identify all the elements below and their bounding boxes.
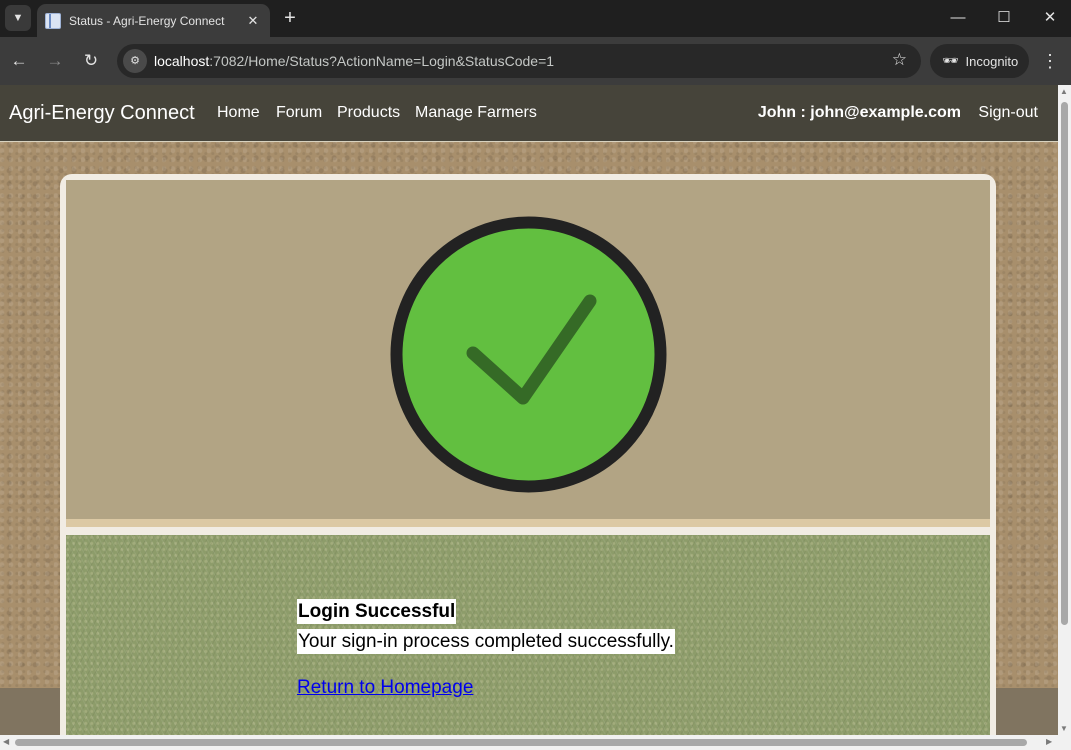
page-viewport: Agri-Energy Connect Home Forum Products … (0, 85, 1058, 735)
reload-icon[interactable]: ↻ (79, 49, 103, 73)
minimize-button[interactable]: — (943, 6, 973, 30)
tab-search-button[interactable]: ▼ (5, 5, 31, 31)
back-arrow-icon[interactable]: ← (7, 49, 31, 73)
close-icon[interactable]: ✕ (242, 13, 264, 29)
url-host: localhost (154, 53, 210, 69)
status-card: Login Successful Your sign-in process co… (60, 174, 996, 735)
bookmark-star-icon[interactable]: ☆ (892, 50, 907, 70)
browser-tab[interactable]: Status - Agri-Energy Connect ✕ (37, 4, 270, 37)
scroll-up-arrow-icon[interactable]: ▲ (1060, 87, 1068, 96)
window-close-button[interactable]: ✕ (1035, 6, 1065, 30)
nav-link-home[interactable]: Home (217, 104, 260, 122)
url-path: :7082/Home/Status?ActionName=Login&Statu… (209, 53, 555, 69)
nav-link-manage-farmers[interactable]: Manage Farmers (415, 104, 537, 122)
incognito-badge[interactable]: 🕶 Incognito (930, 44, 1029, 78)
vertical-scroll-thumb[interactable] (1061, 102, 1068, 625)
status-title: Login Successful (297, 599, 457, 624)
nav-link-products[interactable]: Products (337, 104, 400, 122)
site-info-icon[interactable]: ⚙ (123, 49, 147, 73)
scroll-left-arrow-icon[interactable]: ◀ (3, 737, 9, 746)
nav-link-forum[interactable]: Forum (276, 104, 322, 122)
browser-menu-icon[interactable]: ⋮ (1040, 49, 1060, 73)
site-navbar: Agri-Energy Connect Home Forum Products … (0, 85, 1058, 142)
url-text[interactable]: localhost:7082/Home/Status?ActionName=Lo… (154, 53, 554, 69)
page-favicon-icon (45, 12, 61, 29)
incognito-label: Incognito (965, 53, 1019, 69)
maximize-button[interactable]: ☐ (989, 6, 1019, 30)
check-circle-icon (390, 216, 667, 493)
vertical-scrollbar[interactable]: ▲ ▼ (1058, 85, 1071, 735)
status-message-panel: Login Successful Your sign-in process co… (66, 535, 990, 735)
horizontal-scroll-thumb[interactable] (15, 739, 1027, 746)
status-icon-panel (66, 180, 990, 527)
status-message: Your sign-in process completed successfu… (297, 629, 675, 654)
address-bar[interactable]: ⚙ localhost:7082/Home/Status?ActionName=… (117, 44, 921, 78)
scroll-right-arrow-icon[interactable]: ▶ (1046, 737, 1052, 746)
signout-link[interactable]: Sign-out (978, 104, 1038, 122)
signed-in-user: John : john@example.com (757, 104, 961, 121)
incognito-icon: 🕶 (942, 53, 959, 68)
browser-toolbar: ← → ↻ ⚙ localhost:7082/Home/Status?Actio… (0, 37, 1071, 85)
horizontal-scrollbar[interactable]: ◀ ▶ (0, 735, 1071, 750)
return-homepage-link[interactable]: Return to Homepage (297, 676, 473, 700)
brand-link[interactable]: Agri-Energy Connect (9, 102, 195, 125)
browser-tab-strip: ▼ Status - Agri-Energy Connect ✕ + — ☐ ✕ (0, 0, 1071, 37)
forward-arrow-icon[interactable]: → (43, 49, 67, 73)
scroll-down-arrow-icon[interactable]: ▼ (1060, 724, 1068, 733)
tab-title: Status - Agri-Energy Connect (69, 13, 225, 28)
new-tab-button[interactable]: + (280, 7, 300, 29)
chevron-down-icon: ▼ (12, 12, 24, 24)
